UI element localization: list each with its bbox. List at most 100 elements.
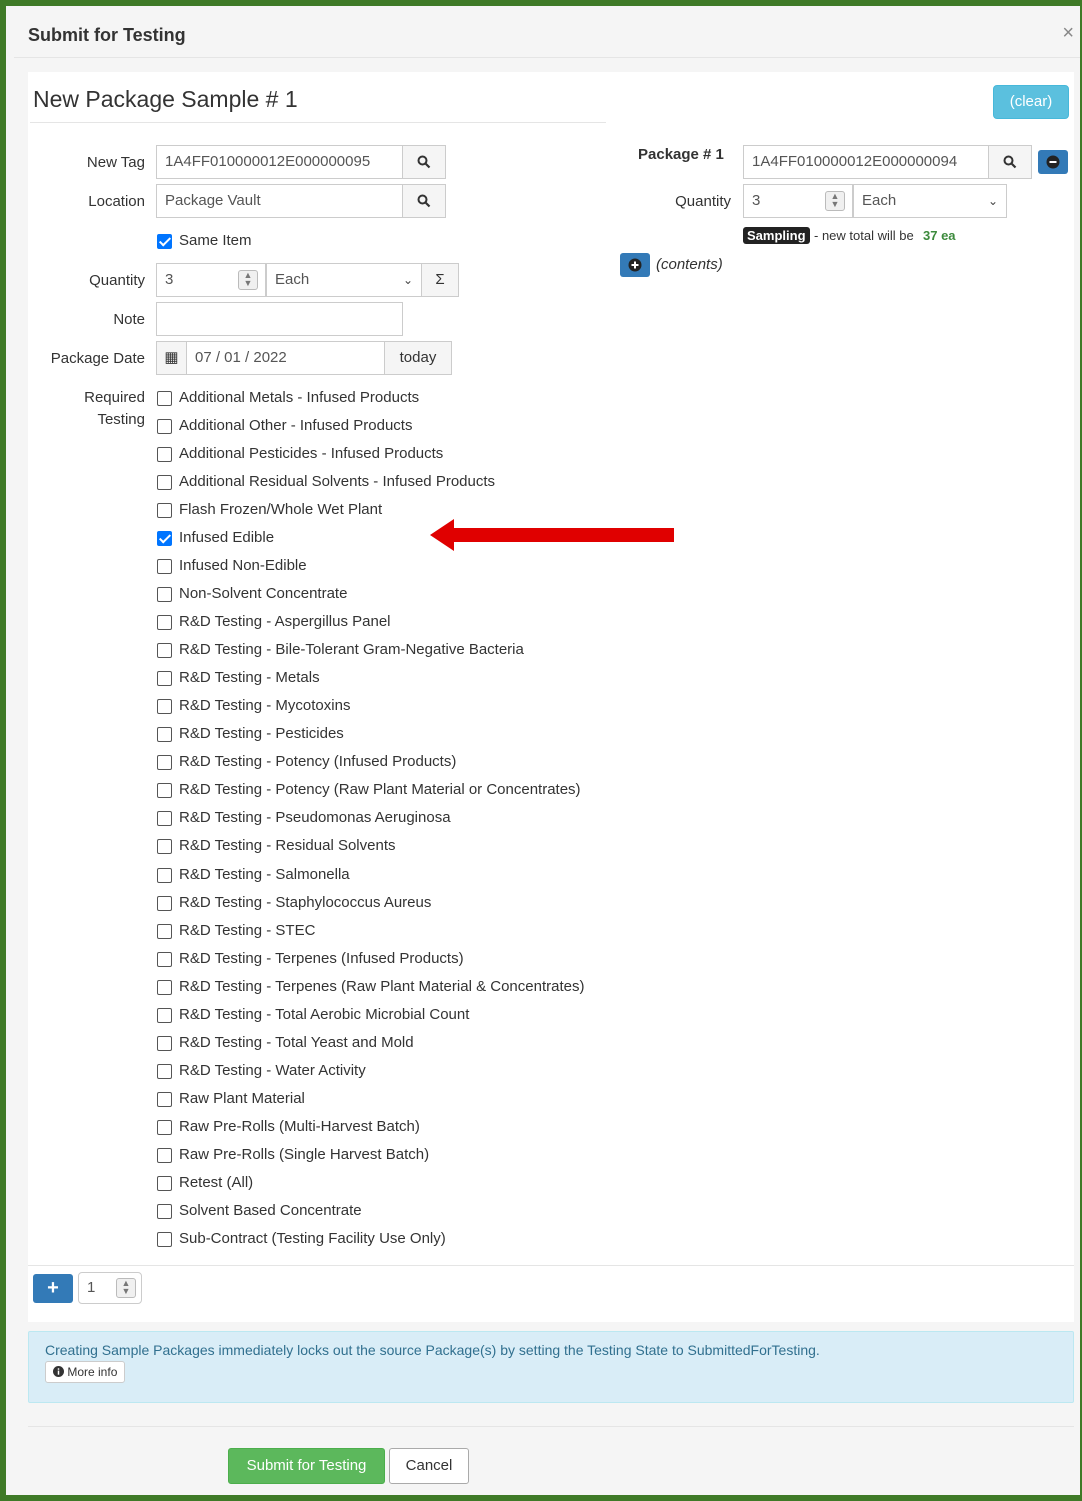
testing-checkbox[interactable] [157,447,172,462]
new-tag-input[interactable]: 1A4FF010000012E000000095 [156,145,403,179]
required-testing-label-line2: Testing [97,411,145,428]
search-icon [417,155,431,169]
testing-checkbox[interactable] [157,1232,172,1247]
testing-checkbox[interactable] [157,419,172,434]
add-sample-button[interactable]: + [33,1274,73,1303]
submit-testing-modal: Submit for Testing × New Package Sample … [14,14,1080,1493]
testing-checkbox[interactable] [157,475,172,490]
new-tag-search-button[interactable] [402,145,446,179]
testing-option-label: Additional Pesticides - Infused Products [179,445,444,462]
testing-option-label: Infused Non-Edible [179,557,307,574]
testing-option-label: R&D Testing - Potency (Raw Plant Materia… [179,781,581,798]
cancel-button[interactable]: Cancel [389,1448,469,1484]
clear-button[interactable]: (clear) [993,85,1069,119]
testing-option-label: Additional Metals - Infused Products [179,389,420,406]
remove-package-button[interactable] [1038,150,1068,174]
package-date-label: Package Date [50,350,145,367]
more-info-label: More info [67,1365,118,1379]
quantity-stepper[interactable]: ▲ ▼ [238,270,258,290]
testing-checkbox[interactable] [157,868,172,883]
footer-divider [28,1426,1074,1427]
note-label: Note [113,311,145,328]
sampling-badge: Sampling [743,227,810,244]
new-total-text: - new total will be [814,228,914,243]
testing-checkbox[interactable] [157,615,172,630]
location-search-button[interactable] [402,184,446,218]
source-package-search-button[interactable] [988,145,1032,179]
testing-option-label: R&D Testing - STEC [179,922,316,939]
testing-checkbox[interactable] [157,503,172,518]
search-icon [1003,155,1017,169]
more-info-button[interactable]: More info [45,1361,126,1383]
source-package-label: Package # 1 [638,146,724,163]
testing-checkbox[interactable] [157,755,172,770]
minus-circle-icon [1046,155,1060,169]
testing-option-label: Additional Other - Infused Products [179,417,413,434]
testing-checkbox[interactable] [157,980,172,995]
testing-option-label: R&D Testing - Terpenes (Raw Plant Materi… [179,978,585,995]
location-label: Location [88,193,145,210]
info-message: Creating Sample Packages immediately loc… [45,1342,820,1358]
testing-checkbox[interactable] [157,643,172,658]
testing-checkbox[interactable] [157,699,172,714]
required-testing-label: Required [84,389,145,406]
testing-option-label: Non-Solvent Concentrate [179,585,348,602]
submit-for-testing-button[interactable]: Submit for Testing [228,1448,385,1484]
package-date-input[interactable]: 07 / 01 / 2022 [186,341,385,375]
add-count-stepper[interactable]: ▲ ▼ [116,1278,136,1298]
chevron-down-icon: ⌄ [403,273,414,287]
testing-option-label: Raw Plant Material [179,1090,305,1107]
testing-option-label: Sub-Contract (Testing Facility Use Only) [179,1230,446,1247]
annotation-arrow [450,528,674,542]
calendar-icon: ▦ [156,341,187,375]
testing-option-label: R&D Testing - Total Yeast and Mold [179,1034,414,1051]
sum-button[interactable]: Σ [421,263,459,297]
testing-checkbox[interactable] [157,811,172,826]
section-title: New Package Sample # 1 [33,86,298,112]
contents-label: (contents) [656,256,723,273]
testing-checkbox[interactable] [157,924,172,939]
testing-option-label: R&D Testing - Mycotoxins [179,697,351,714]
search-icon [417,194,431,208]
source-quantity-stepper[interactable]: ▲ ▼ [825,191,845,211]
close-icon[interactable]: × [1062,23,1074,43]
testing-option-label: R&D Testing - Potency (Infused Products) [179,753,457,770]
new-total-value: 37 ea [923,228,956,243]
testing-checkbox[interactable] [157,1008,172,1023]
testing-checkbox[interactable] [157,783,172,798]
info-alert: Creating Sample Packages immediately loc… [28,1331,1074,1403]
location-input[interactable]: Package Vault [156,184,403,218]
source-package-input[interactable]: 1A4FF010000012E000000094 [743,145,989,179]
testing-option-label: Solvent Based Concentrate [179,1202,362,1219]
testing-checkbox[interactable] [157,587,172,602]
testing-checkbox[interactable] [157,671,172,686]
contents-button[interactable] [620,253,650,277]
testing-checkbox[interactable] [157,531,172,546]
testing-option-label: Raw Pre-Rolls (Multi-Harvest Batch) [179,1118,420,1135]
testing-checkbox[interactable] [157,1092,172,1107]
testing-checkbox[interactable] [157,391,172,406]
testing-checkbox[interactable] [157,952,172,967]
plus-circle-icon [628,258,642,272]
plus-icon: + [47,1277,59,1299]
testing-checkbox[interactable] [157,1036,172,1051]
testing-option-label: R&D Testing - Water Activity [179,1062,366,1079]
source-quantity-label: Quantity [675,193,731,210]
today-button[interactable]: today [384,341,452,375]
testing-checkbox[interactable] [157,1064,172,1079]
testing-checkbox[interactable] [157,1176,172,1191]
testing-option-label: Retest (All) [179,1174,254,1191]
testing-checkbox[interactable] [157,727,172,742]
testing-checkbox[interactable] [157,1148,172,1163]
note-input[interactable] [156,302,403,336]
testing-checkbox[interactable] [157,1204,172,1219]
testing-checkbox[interactable] [157,559,172,574]
testing-checkbox[interactable] [157,896,172,911]
testing-option-label: R&D Testing - Metals [179,669,320,686]
testing-checkbox[interactable] [157,1120,172,1135]
same-item-checkbox[interactable] [157,234,172,249]
quantity-unit-select[interactable]: Each [266,263,422,297]
testing-checkbox[interactable] [157,839,172,854]
title-divider [30,122,606,123]
source-unit-select[interactable]: Each [853,184,1007,218]
